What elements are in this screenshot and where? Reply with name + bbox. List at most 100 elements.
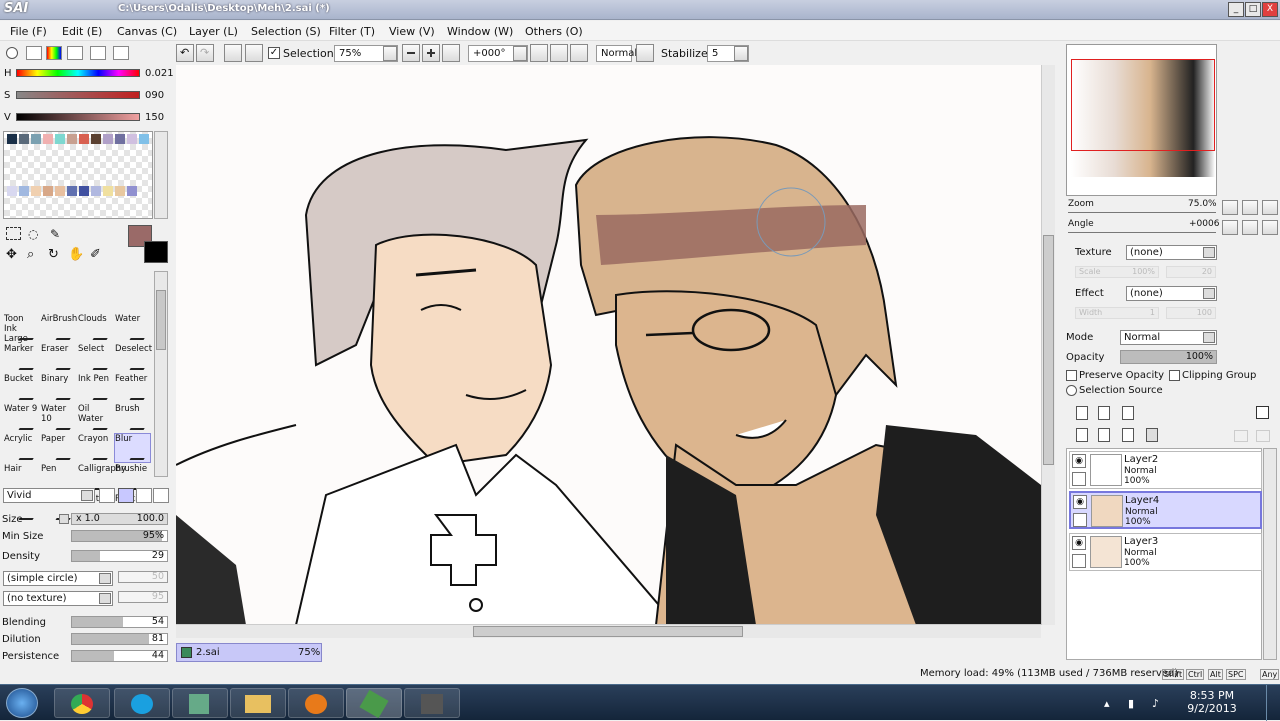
nav-rotate-left-button[interactable] (1222, 220, 1238, 235)
drawing-canvas[interactable] (176, 65, 1041, 625)
layer-row[interactable]: ◉ Layer4 Normal 100% (1069, 491, 1262, 529)
tool-brush[interactable]: Brush (114, 403, 151, 433)
menu-filter[interactable]: Filter (T) (329, 25, 375, 38)
clipping-group-checkbox[interactable] (1169, 370, 1180, 381)
brush-shape-dropdown[interactable]: (simple circle) (3, 571, 113, 586)
lasso-tool[interactable]: ◌ (28, 227, 38, 241)
nav-zoom-out-button[interactable] (1222, 200, 1238, 215)
brush-mode-dropdown[interactable]: Vivid (3, 488, 95, 503)
brush-shape-button-4[interactable] (153, 488, 169, 503)
swatch[interactable] (103, 134, 113, 144)
tool-ink-pen[interactable]: Ink Pen (77, 373, 114, 403)
min-size-slider[interactable]: 95% (71, 530, 168, 542)
tool-binary[interactable]: Binary (40, 373, 77, 403)
explorer-taskbar-icon[interactable] (230, 688, 286, 718)
color-mixer-button[interactable] (67, 46, 83, 60)
tool-scrollbar[interactable] (154, 271, 168, 477)
deselect-button[interactable] (224, 44, 242, 62)
saturation-slider[interactable] (16, 91, 140, 99)
skype-taskbar-icon[interactable] (114, 688, 170, 718)
chrome-taskbar-icon[interactable] (54, 688, 110, 718)
tool-oil-water[interactable]: Oil Water (77, 403, 114, 433)
canvas-horizontal-scrollbar[interactable] (176, 624, 1041, 638)
brush-icon[interactable] (1073, 513, 1087, 527)
preserve-opacity-checkbox[interactable] (1066, 370, 1077, 381)
rotation-dropdown-button[interactable] (513, 46, 527, 61)
new-linework-layer-icon[interactable] (1098, 406, 1110, 420)
nav-zoom-reset-button[interactable] (1262, 200, 1278, 215)
zoom-in-button[interactable] (422, 44, 440, 62)
brush-texture-dropdown[interactable]: (no texture) (3, 591, 113, 606)
swatch[interactable] (43, 186, 53, 196)
swatch[interactable] (79, 186, 89, 196)
swatch[interactable] (67, 134, 77, 144)
navigator-preview[interactable] (1066, 44, 1217, 196)
merge-down-icon[interactable] (1098, 428, 1110, 442)
menu-file[interactable]: File (F) (10, 25, 47, 38)
zoom-tool[interactable]: ⌕ (27, 247, 34, 262)
swatch[interactable] (55, 186, 65, 196)
transfer-down-icon[interactable] (1076, 428, 1088, 442)
selection-checkbox[interactable]: ✓ (268, 47, 280, 59)
brush-shape-button-1[interactable] (99, 488, 115, 503)
nav-zoom-in-button[interactable] (1242, 200, 1258, 215)
swatch[interactable] (115, 186, 125, 196)
trash-icon[interactable] (1146, 428, 1158, 442)
menu-view[interactable]: View (V) (389, 25, 435, 38)
size-slider[interactable]: x 1.0 100.0 (71, 513, 168, 525)
close-button[interactable]: X (1262, 2, 1278, 17)
tool-select[interactable]: Select (77, 343, 114, 373)
size-lock[interactable] (59, 514, 69, 524)
selection-source-radio[interactable] (1066, 385, 1077, 396)
undo-button[interactable]: ↶ (176, 44, 194, 62)
swatch[interactable] (103, 186, 113, 196)
rotate-reset-button[interactable] (570, 44, 588, 62)
swatch[interactable] (91, 186, 101, 196)
show-hidden-icons[interactable]: ▴ (1104, 697, 1110, 710)
swatch[interactable] (115, 134, 125, 144)
stabilizer-dropdown-button[interactable] (734, 46, 748, 61)
zoom-out-button[interactable] (402, 44, 420, 62)
hue-slider[interactable] (16, 69, 140, 77)
swatch[interactable] (79, 134, 89, 144)
swatch[interactable] (43, 134, 53, 144)
layer-opacity-slider[interactable]: 100% (1120, 350, 1217, 364)
rotate-right-button[interactable] (550, 44, 568, 62)
swatch[interactable] (19, 186, 29, 196)
nav-rotate-right-button[interactable] (1242, 220, 1258, 235)
zoom-reset-button[interactable] (442, 44, 460, 62)
tool-toon-ink-large[interactable]: Toon Ink Large (3, 313, 40, 344)
swatch[interactable] (7, 134, 17, 144)
rgb-slider-button[interactable] (26, 46, 42, 60)
document-tab[interactable]: 2.sai 75% (176, 643, 322, 662)
layer-mode-dropdown[interactable]: Normal (1120, 330, 1217, 345)
show-desktop-button[interactable] (1266, 685, 1280, 721)
lock-icon[interactable] (1072, 472, 1086, 486)
nav-rotate-reset-button[interactable] (1262, 220, 1278, 235)
tool-water-9[interactable]: Water 9 (3, 403, 40, 433)
nav-zoom-slider[interactable] (1068, 212, 1216, 213)
persistence-slider[interactable]: 44 (71, 650, 168, 662)
hsv-slider-button[interactable] (46, 46, 62, 60)
volume-icon[interactable]: ♪ (1152, 697, 1159, 710)
swatches-button[interactable] (90, 46, 106, 60)
system-clock[interactable]: 8:53 PM 9/2/2013 (1182, 689, 1242, 715)
hand-tool[interactable]: ✋ (68, 247, 84, 262)
color-wheel-button[interactable] (6, 47, 18, 59)
swatch[interactable] (31, 134, 41, 144)
brush-shape-button-3[interactable] (136, 488, 152, 503)
eye-icon[interactable]: ◉ (1072, 536, 1086, 550)
menu-window[interactable]: Window (W) (447, 25, 513, 38)
eye-icon[interactable]: ◉ (1072, 454, 1086, 468)
scratchpad-button[interactable] (113, 46, 129, 60)
flip-button[interactable] (636, 44, 654, 62)
tool-airbrush[interactable]: AirBrush (40, 313, 77, 343)
dilution-slider[interactable]: 81 (71, 633, 168, 645)
media-player-taskbar-icon[interactable] (288, 688, 344, 718)
start-button[interactable] (6, 688, 38, 718)
hypercam-taskbar-icon[interactable] (404, 688, 460, 718)
maximize-button[interactable]: □ (1245, 2, 1261, 17)
tool-bucket[interactable]: Bucket (3, 373, 40, 403)
evernote-taskbar-icon[interactable] (172, 688, 228, 718)
tool-acrylic[interactable]: Acrylic (3, 433, 40, 463)
